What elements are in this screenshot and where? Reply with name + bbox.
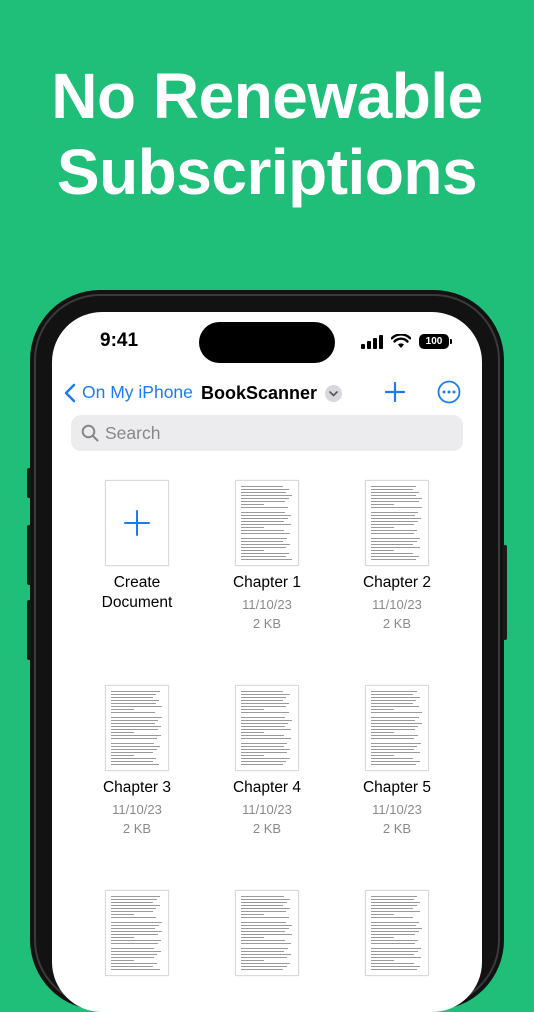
battery-icon: 100 bbox=[419, 334, 452, 349]
search-placeholder: Search bbox=[105, 422, 161, 443]
file-size: 2 KB bbox=[382, 821, 412, 836]
file-item[interactable]: Chapter 5 11/10/23 2 KB bbox=[332, 685, 462, 837]
wifi-icon bbox=[391, 334, 411, 348]
status-icons: 100 bbox=[361, 334, 452, 349]
file-size: 2 KB bbox=[252, 821, 282, 836]
document-thumbnail bbox=[235, 685, 299, 771]
navigation-bar: On My iPhone BookScanner bbox=[52, 378, 482, 418]
back-label: On My iPhone bbox=[82, 382, 193, 402]
document-thumbnail bbox=[235, 480, 299, 566]
file-date: 11/10/23 bbox=[242, 802, 292, 817]
folder-title: BookScanner bbox=[201, 383, 318, 403]
document-thumbnail bbox=[235, 890, 299, 976]
create-document-tile bbox=[105, 480, 169, 566]
file-date: 11/10/23 bbox=[112, 802, 162, 817]
headline: No Renewable Subscriptions bbox=[0, 58, 534, 210]
file-item[interactable]: Chapter 2 11/10/23 2 KB bbox=[332, 480, 462, 632]
headline-line-1: No Renewable bbox=[51, 60, 483, 132]
file-item-partial[interactable] bbox=[332, 890, 462, 976]
file-name: Chapter 2 bbox=[362, 574, 432, 591]
phone-power-button bbox=[503, 545, 507, 640]
file-item-partial[interactable] bbox=[202, 890, 332, 976]
file-item-partial[interactable] bbox=[72, 890, 202, 976]
phone-volume-up bbox=[27, 525, 31, 585]
plus-icon bbox=[124, 510, 150, 536]
create-label-line-2: Document bbox=[101, 594, 173, 611]
search-field[interactable]: Search bbox=[71, 415, 463, 451]
file-item[interactable]: Chapter 3 11/10/23 2 KB bbox=[72, 685, 202, 837]
file-size: 2 KB bbox=[382, 616, 412, 631]
chevron-left-icon bbox=[64, 383, 76, 402]
dynamic-island bbox=[199, 322, 335, 363]
phone-frame: 9:41 100 On My iPhone BookScanner Search… bbox=[27, 290, 507, 1012]
document-thumbnail bbox=[105, 685, 169, 771]
file-name: Chapter 3 bbox=[102, 779, 172, 796]
phone-screen: 9:41 100 On My iPhone BookScanner Search… bbox=[52, 312, 482, 1012]
more-options-button[interactable] bbox=[437, 380, 461, 409]
document-thumbnail bbox=[365, 890, 429, 976]
file-item[interactable]: Chapter 4 11/10/23 2 KB bbox=[202, 685, 332, 837]
cellular-signal-icon bbox=[361, 334, 383, 349]
phone-mute-switch bbox=[27, 468, 31, 498]
file-size: 2 KB bbox=[122, 821, 152, 836]
file-name: Chapter 5 bbox=[362, 779, 432, 796]
document-thumbnail bbox=[105, 890, 169, 976]
file-name: Chapter 1 bbox=[232, 574, 302, 591]
search-icon bbox=[81, 424, 99, 442]
chevron-down-icon bbox=[325, 385, 343, 402]
ellipsis-circle-icon bbox=[437, 380, 461, 404]
headline-line-2: Subscriptions bbox=[56, 136, 478, 208]
document-thumbnail bbox=[365, 480, 429, 566]
file-name: Chapter 4 bbox=[232, 779, 302, 796]
status-time: 9:41 bbox=[100, 330, 139, 351]
back-button[interactable]: On My iPhone bbox=[64, 382, 193, 403]
document-thumbnail bbox=[365, 685, 429, 771]
battery-level: 100 bbox=[425, 336, 443, 347]
file-date: 11/10/23 bbox=[372, 597, 422, 612]
create-document-button[interactable]: Create Document bbox=[72, 480, 202, 613]
create-label-line-1: Create bbox=[113, 574, 161, 591]
add-button[interactable] bbox=[384, 381, 406, 408]
folder-title-menu[interactable]: BookScanner bbox=[201, 383, 343, 404]
phone-volume-down bbox=[27, 600, 31, 660]
file-date: 11/10/23 bbox=[372, 802, 422, 817]
file-item[interactable]: Chapter 1 11/10/23 2 KB bbox=[202, 480, 332, 632]
file-size: 2 KB bbox=[252, 616, 282, 631]
file-date: 11/10/23 bbox=[242, 597, 292, 612]
plus-icon bbox=[384, 381, 406, 403]
